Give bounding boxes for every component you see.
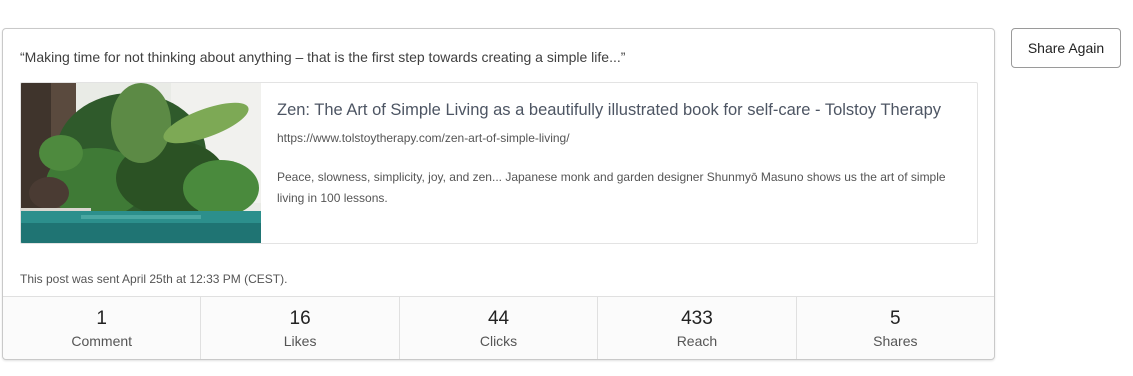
post-card: “Making time for not thinking about anyt… xyxy=(2,28,995,360)
post-text: “Making time for not thinking about anyt… xyxy=(20,49,626,65)
link-preview-card[interactable]: Zen: The Art of Simple Living as a beaut… xyxy=(20,82,978,244)
link-preview-url[interactable]: https://www.tolstoytherapy.com/zen-art-o… xyxy=(277,131,570,145)
stat-label: Shares xyxy=(873,333,918,349)
stat-value: 5 xyxy=(890,308,901,329)
stat-label: Comment xyxy=(71,333,133,349)
share-again-button[interactable]: Share Again xyxy=(1011,28,1121,68)
stat-label: Reach xyxy=(676,333,718,349)
stat-value: 44 xyxy=(487,308,510,329)
link-preview-description: Peace, slowness, simplicity, joy, and ze… xyxy=(277,170,946,205)
stat-value: 16 xyxy=(289,308,311,329)
link-preview-title[interactable]: Zen: The Art of Simple Living as a beaut… xyxy=(277,101,941,120)
stat-shares: 5 Shares xyxy=(797,297,994,359)
stat-value: 1 xyxy=(96,308,107,329)
stats-bar: 1 Comment 16 Likes 44 Clicks 433 Reach 5… xyxy=(3,296,994,359)
post-sent-info: This post was sent April 25th at 12:33 P… xyxy=(20,272,288,286)
link-preview-image xyxy=(21,83,261,243)
stat-value: 433 xyxy=(681,308,713,329)
stat-reach: 433 Reach xyxy=(598,297,797,359)
stat-likes: 16 Likes xyxy=(201,297,400,359)
stat-label: Clicks xyxy=(479,333,518,349)
garden-pool-photo xyxy=(21,83,261,243)
stat-comments: 1 Comment xyxy=(3,297,202,359)
stat-clicks: 44 Clicks xyxy=(400,297,599,359)
stat-label: Likes xyxy=(283,333,317,349)
